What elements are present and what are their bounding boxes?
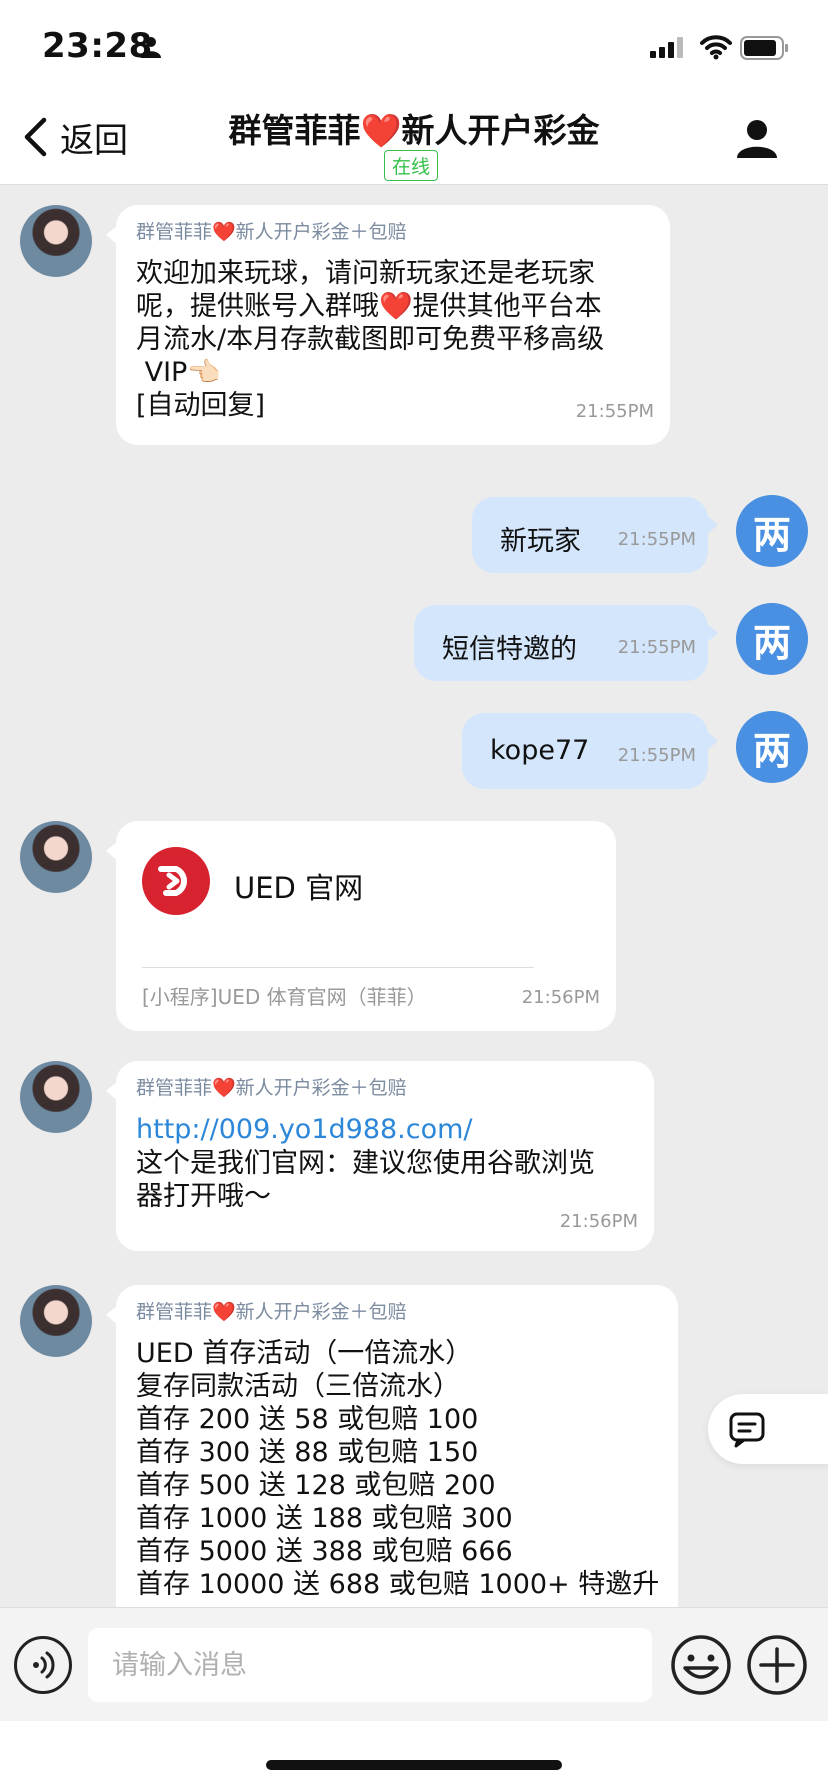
- message-time: 21:55PM: [617, 637, 696, 658]
- message-time: 21:55PM: [617, 529, 696, 550]
- wifi-icon: [700, 35, 732, 60]
- message-input-bar: [0, 1607, 828, 1722]
- message-link[interactable]: http://009.yo1d988.com/: [136, 1113, 473, 1146]
- message-time: 21:55PM: [575, 401, 654, 422]
- outgoing-message[interactable]: 新玩家 21:55PM: [472, 497, 718, 573]
- ued-logo-icon: [142, 847, 210, 915]
- contact-avatar[interactable]: [20, 205, 92, 277]
- message-time: 21:56PM: [559, 1211, 638, 1232]
- cellular-signal-icon: [650, 37, 683, 58]
- chat-header: 返回 群管菲菲❤️新人开户彩金 在线: [0, 92, 828, 185]
- message-time: 21:56PM: [521, 987, 600, 1008]
- online-status-badge: 在线: [384, 150, 439, 181]
- message-time: 21:55PM: [617, 745, 696, 766]
- home-indicator-area: [0, 1721, 828, 1792]
- outgoing-message[interactable]: 短信特邀的 21:55PM: [414, 605, 718, 681]
- my-avatar[interactable]: 两: [736, 711, 808, 783]
- mini-program-name: UED 官网: [234, 871, 364, 905]
- voice-button[interactable]: [14, 1636, 72, 1694]
- my-avatar[interactable]: 两: [736, 495, 808, 567]
- message-sender: 群管菲菲❤️新人开户彩金＋包赔: [136, 221, 407, 243]
- mini-program-card[interactable]: UED 官网 [小程序]UED 体育官网（菲菲） 21:56PM: [106, 821, 616, 1031]
- message-text: 新玩家: [500, 526, 581, 557]
- voice-icon: [33, 1651, 55, 1679]
- status-time: 23:28: [42, 26, 153, 66]
- person-status-icon: [141, 37, 161, 58]
- message-sender: 群管菲菲❤️新人开户彩金＋包赔: [136, 1077, 407, 1099]
- message-sender: 群管菲菲❤️新人开户彩金＋包赔: [136, 1301, 407, 1323]
- plus-icon[interactable]: [746, 1634, 808, 1696]
- floating-message-button[interactable]: [708, 1394, 828, 1464]
- chat-message-list[interactable]: 群管菲菲❤️新人开户彩金＋包赔 欢迎加来玩球，请问新玩家还是老玩家 呢，提供账号…: [0, 185, 828, 1607]
- incoming-message[interactable]: 群管菲菲❤️新人开户彩金＋包赔 UED 首存活动（一倍流水） 复存同款活动（三倍…: [106, 1285, 678, 1607]
- message-text: 这个是我们官网：建议您使用谷歌浏览 器打开哦～: [136, 1148, 595, 1212]
- message-text: kope77: [490, 735, 590, 766]
- status-bar: 23:28: [0, 0, 828, 92]
- divider: [142, 967, 534, 968]
- outgoing-message[interactable]: kope77 21:55PM: [462, 713, 718, 789]
- my-avatar[interactable]: 两: [736, 603, 808, 675]
- smiley-icon[interactable]: [670, 1634, 732, 1696]
- chat-title: 群管菲菲❤️新人开户彩金: [228, 111, 600, 150]
- contact-avatar[interactable]: [20, 1285, 92, 1357]
- message-icon: [729, 1412, 765, 1448]
- mini-program-source: [小程序]UED 体育官网（菲菲）: [142, 985, 427, 1009]
- contact-avatar[interactable]: [20, 821, 92, 893]
- incoming-message[interactable]: 群管菲菲❤️新人开户彩金＋包赔 欢迎加来玩球，请问新玩家还是老玩家 呢，提供账号…: [106, 205, 670, 445]
- battery-icon: [740, 36, 788, 60]
- message-text: UED 首存活动（一倍流水） 复存同款活动（三倍流水） 首存 200 送 58 …: [136, 1338, 660, 1600]
- message-text: 短信特邀的: [442, 634, 577, 665]
- contact-avatar[interactable]: [20, 1061, 92, 1133]
- message-text: 欢迎加来玩球，请问新玩家还是老玩家 呢，提供账号入群哦❤️提供其他平台本 月流水…: [136, 258, 605, 421]
- person-icon[interactable]: [736, 118, 778, 160]
- incoming-message[interactable]: 群管菲菲❤️新人开户彩金＋包赔 http://009.yo1d988.com/ …: [106, 1061, 654, 1251]
- home-indicator[interactable]: [266, 1760, 562, 1770]
- message-input[interactable]: [88, 1628, 652, 1702]
